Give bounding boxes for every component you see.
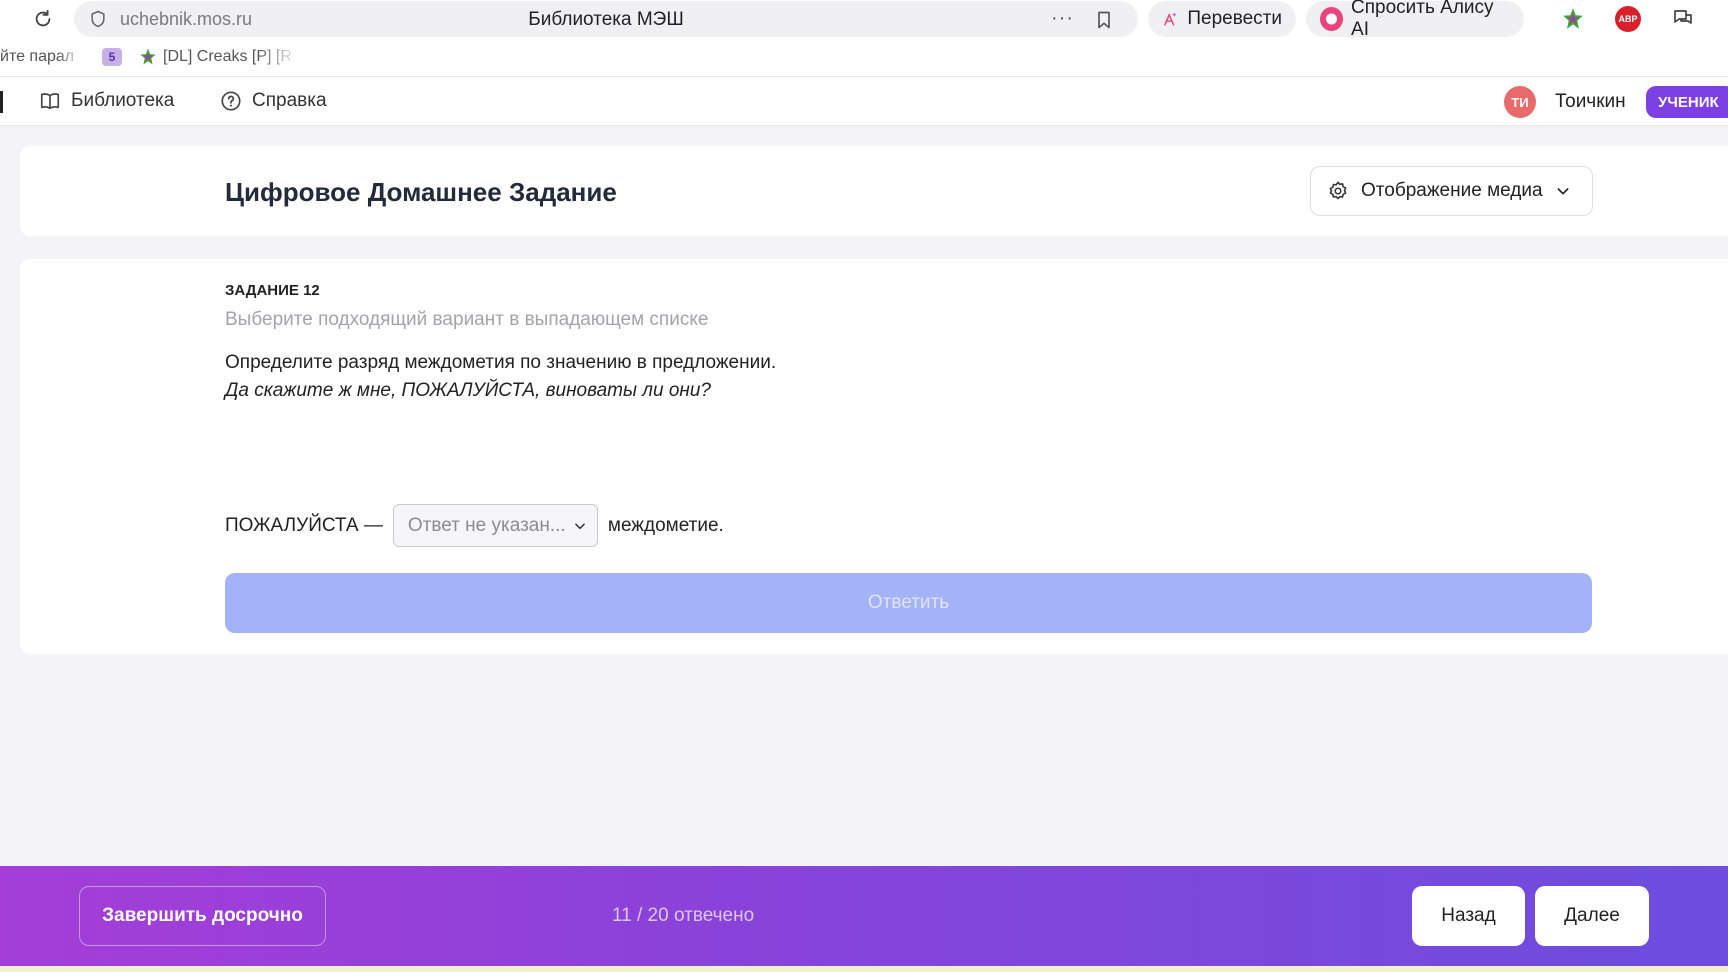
finish-early-button[interactable]: Завершить досрочно [79, 886, 326, 946]
colorful-star-extension-icon[interactable] [1560, 6, 1586, 32]
chevron-down-icon [575, 522, 585, 529]
chevron-down-icon [1557, 188, 1569, 195]
top-navigation: Библиотека Справка ТИ Тоичкин УЧЕНИК [0, 76, 1728, 126]
nav-library-label: Библиотека [71, 90, 175, 111]
nav-help-label: Справка [252, 90, 327, 111]
book-icon [40, 93, 60, 110]
translate-icon [1164, 12, 1177, 26]
question-circle-icon [221, 91, 241, 111]
nav-help-link[interactable]: Справка [220, 90, 327, 112]
avatar[interactable]: ТИ [1504, 86, 1536, 118]
bookmark-item-dl-creaks[interactable]: [DL] Creaks [P] [R [163, 48, 299, 66]
answer-select[interactable]: Ответ не указан... [392, 504, 598, 547]
answer-select-placeholder: Ответ не указан... [407, 514, 566, 536]
bookmark-item[interactable]: йте парал [0, 48, 82, 66]
page-title: Цифровое Домашнее Задание [225, 177, 617, 207]
ask-alice-button[interactable]: Спросить Алису AI [1306, 0, 1524, 40]
bookmarks-bar: йте парал 5 [DL] Creaks [P] [R [0, 38, 1728, 76]
role-badge: УЧЕНИК [1646, 86, 1728, 118]
submit-answer-button[interactable]: Ответить [225, 573, 1592, 633]
progress-counter: 11 / 20 отвечено [612, 905, 755, 926]
chat-bubbles-icon[interactable] [1670, 6, 1696, 32]
media-display-label: Отображение медиа [1361, 180, 1543, 201]
back-button[interactable]: Назад [1412, 886, 1525, 946]
nav-edge-divider [0, 91, 3, 113]
task-hint: Выберите подходящий вариант в выпадающем… [225, 309, 709, 330]
translate-button[interactable]: Перевести [1148, 1, 1296, 37]
alice-label: Спросить Алису AI [1351, 0, 1494, 40]
adblock-icon[interactable]: ABP [1615, 6, 1641, 32]
answer-suffix: междометие. [607, 514, 724, 536]
tab-title: Библиотека МЭШ [528, 9, 684, 30]
bookmark-icon[interactable] [1094, 9, 1114, 31]
more-icon[interactable]: ··· [1051, 7, 1074, 30]
gear-icon [1329, 181, 1347, 200]
task-number: ЗАДАНИЕ 12 [225, 282, 320, 299]
task-question: Определите разряд междометия по значению… [225, 352, 777, 373]
address-bar[interactable]: uchebnik.mos.ru Библиотека МЭШ ··· [74, 1, 1138, 37]
alice-icon [1320, 7, 1344, 31]
colorful-star-bookmark-icon [138, 47, 158, 72]
answer-prefix: ПОЖАЛУЙСТА — [225, 514, 383, 536]
user-name[interactable]: Тоичкин [1555, 91, 1626, 113]
nav-library-link[interactable]: Библиотека [39, 90, 174, 112]
next-button[interactable]: Далее [1535, 886, 1649, 946]
reload-icon[interactable] [30, 6, 56, 32]
media-display-dropdown[interactable]: Отображение медиа [1310, 166, 1593, 216]
translate-label: Перевести [1187, 8, 1282, 29]
task-sentence: Да скажите ж мне, ПОЖАЛУЙСТА, виноваты л… [225, 380, 711, 401]
bookmark-5-badge[interactable]: 5 [102, 48, 122, 66]
header-card: Цифровое Домашнее Задание Отображение ме… [20, 146, 1728, 236]
answer-row: ПОЖАЛУЙСТА — Ответ не указан... междомет… [225, 504, 724, 547]
task-card: ЗАДАНИЕ 12 Выберите подходящий вариант в… [20, 259, 1728, 654]
browser-toolbar: uchebnik.mos.ru Библиотека МЭШ ··· Перев… [0, 0, 1728, 40]
footer-bottom-strip [0, 966, 1728, 972]
footer-bar: Завершить досрочно 11 / 20 отвечено Наза… [0, 866, 1728, 966]
